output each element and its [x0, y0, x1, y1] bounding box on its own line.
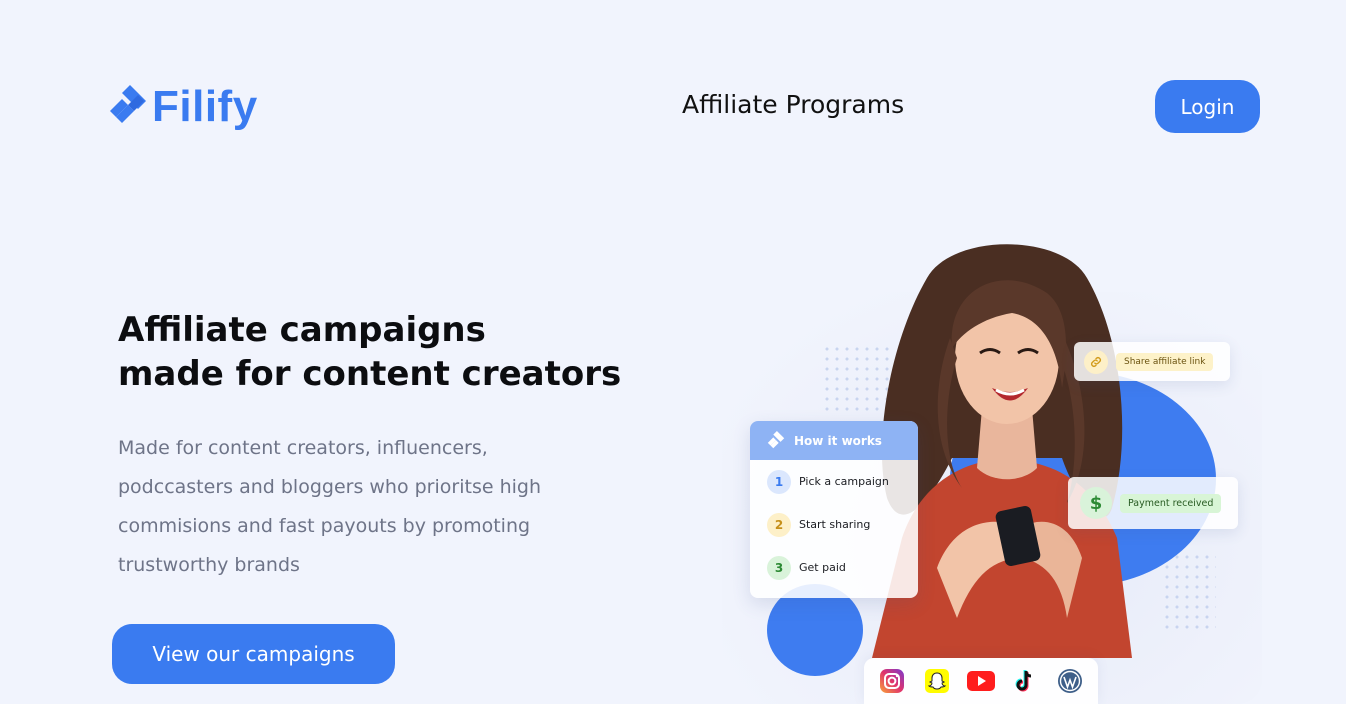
wordpress-icon [1056, 667, 1084, 695]
dollar-icon: $ [1080, 487, 1112, 519]
hero-title-line2: made for content creators [118, 354, 622, 394]
brand-logo[interactable]: Filify [108, 82, 258, 132]
social-platforms-bar [864, 658, 1098, 704]
hero-description: Made for content creators, influencers, … [118, 437, 541, 576]
how-it-works-title: How it works [794, 433, 882, 448]
payment-received-chip: $ Payment received [1068, 477, 1238, 529]
how-it-works-card: How it works 1 Pick a campaign 2 Start s… [750, 421, 918, 598]
filify-logo-icon [110, 85, 146, 123]
step-label: Pick a campaign [799, 475, 889, 488]
share-tag-label: Share affiliate link [1116, 352, 1214, 371]
landing-page: Filify Affiliate Programs Login Affiliat… [0, 0, 1346, 704]
step-number: 1 [767, 469, 791, 494]
step-label: Start sharing [799, 518, 871, 531]
step-item: 1 Pick a campaign [750, 460, 918, 503]
youtube-icon [966, 667, 995, 695]
filify-logo-icon [767, 430, 785, 448]
share-affiliate-link-chip: Share affiliate link [1074, 342, 1230, 381]
step-label: Get paid [799, 561, 846, 574]
dot-pattern [1162, 552, 1216, 632]
step-number: 3 [767, 555, 791, 580]
snapchat-icon [923, 667, 951, 695]
hero-title: Affiliate campaigns made for content cre… [118, 308, 621, 396]
nav-affiliate-programs[interactable]: Affiliate Programs [682, 90, 904, 119]
step-item: 3 Get paid [750, 546, 918, 589]
hero-title-line1: Affiliate campaigns [118, 310, 486, 350]
how-it-works-header: How it works [750, 421, 918, 460]
instagram-icon [878, 667, 906, 695]
view-campaigns-button[interactable]: View our campaigns [112, 624, 395, 684]
step-item: 2 Start sharing [750, 503, 918, 546]
login-button[interactable]: Login [1155, 80, 1260, 133]
brand-name: Filify [152, 82, 258, 131]
hero-illustration: How it works 1 Pick a campaign 2 Start s… [722, 232, 1262, 704]
payment-tag-label: Payment received [1120, 493, 1222, 513]
tiktok-icon [1011, 667, 1039, 695]
step-number: 2 [767, 512, 791, 537]
link-icon [1084, 349, 1108, 374]
